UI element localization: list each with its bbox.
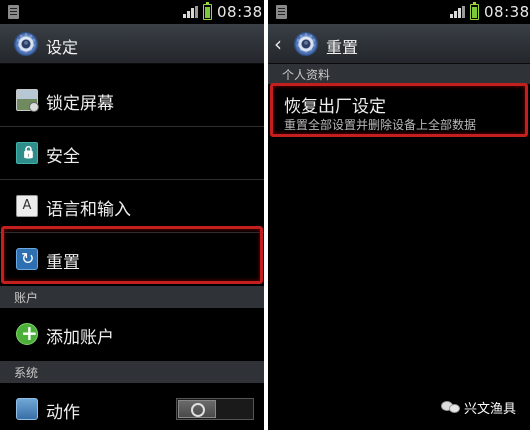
settings-item-label: 动作	[46, 403, 80, 423]
motion-icon	[16, 398, 38, 420]
status-time: 08:38	[217, 3, 263, 21]
settings-item-lock-screen[interactable]: 锁定屏幕	[0, 74, 264, 126]
sd-card-notification-icon	[8, 5, 19, 19]
page-title: 重置	[326, 38, 359, 57]
settings-item-add-account[interactable]: 添加账户	[0, 308, 264, 360]
section-title: 账户	[14, 291, 39, 305]
signal-strength-icon	[183, 6, 198, 18]
status-bar: 08:38	[0, 0, 264, 24]
signal-strength-icon	[450, 6, 465, 18]
lock-screen-icon	[16, 89, 39, 112]
add-account-icon	[16, 321, 38, 345]
action-bar: ‹ 重置	[268, 24, 530, 64]
language-icon: A	[16, 195, 38, 217]
status-bar: 08:38	[268, 0, 530, 24]
settings-item-motion[interactable]: 动作	[0, 383, 264, 430]
settings-item-label: 添加账户	[46, 328, 114, 348]
battery-icon	[470, 2, 479, 20]
section-header-accounts: 账户	[0, 286, 264, 308]
battery-icon	[203, 2, 212, 20]
settings-screen: 08:38 设定 锁定屏幕 安全 A 语言和输入 重置 账户 添加账户 系统 动…	[0, 0, 264, 430]
section-title: 系统	[14, 366, 39, 380]
settings-item-label: 语言和输入	[46, 200, 131, 220]
settings-item-label: 锁定屏幕	[46, 94, 114, 114]
section-title: 个人资料	[282, 68, 331, 82]
action-bar: 设定	[0, 24, 264, 64]
section-header-system: 系统	[0, 361, 264, 383]
status-time: 08:38	[484, 3, 530, 21]
settings-item-language-input[interactable]: A 语言和输入	[0, 180, 264, 232]
settings-item-label: 安全	[46, 147, 80, 167]
back-chevron-icon[interactable]: ‹	[274, 32, 282, 56]
settings-gear-icon[interactable]	[14, 29, 38, 59]
toggle-knob	[178, 400, 216, 418]
wechat-icon	[441, 399, 461, 415]
reset-screen: 08:38 ‹ 重置 个人资料 恢复出厂设定 重置全部设置并删除设备上全部数据 …	[268, 0, 530, 430]
motion-toggle[interactable]	[176, 398, 254, 420]
reset-highlight-box	[1, 226, 263, 284]
settings-item-security[interactable]: 安全	[0, 127, 264, 179]
sd-card-notification-icon	[276, 5, 287, 19]
page-title: 设定	[46, 38, 79, 57]
settings-gear-icon[interactable]	[294, 29, 318, 59]
watermark-text: 兴文渔具	[464, 402, 517, 417]
factory-reset-highlight-box	[270, 83, 528, 137]
security-icon	[16, 142, 38, 164]
section-header-personal: 个人资料	[268, 64, 530, 84]
